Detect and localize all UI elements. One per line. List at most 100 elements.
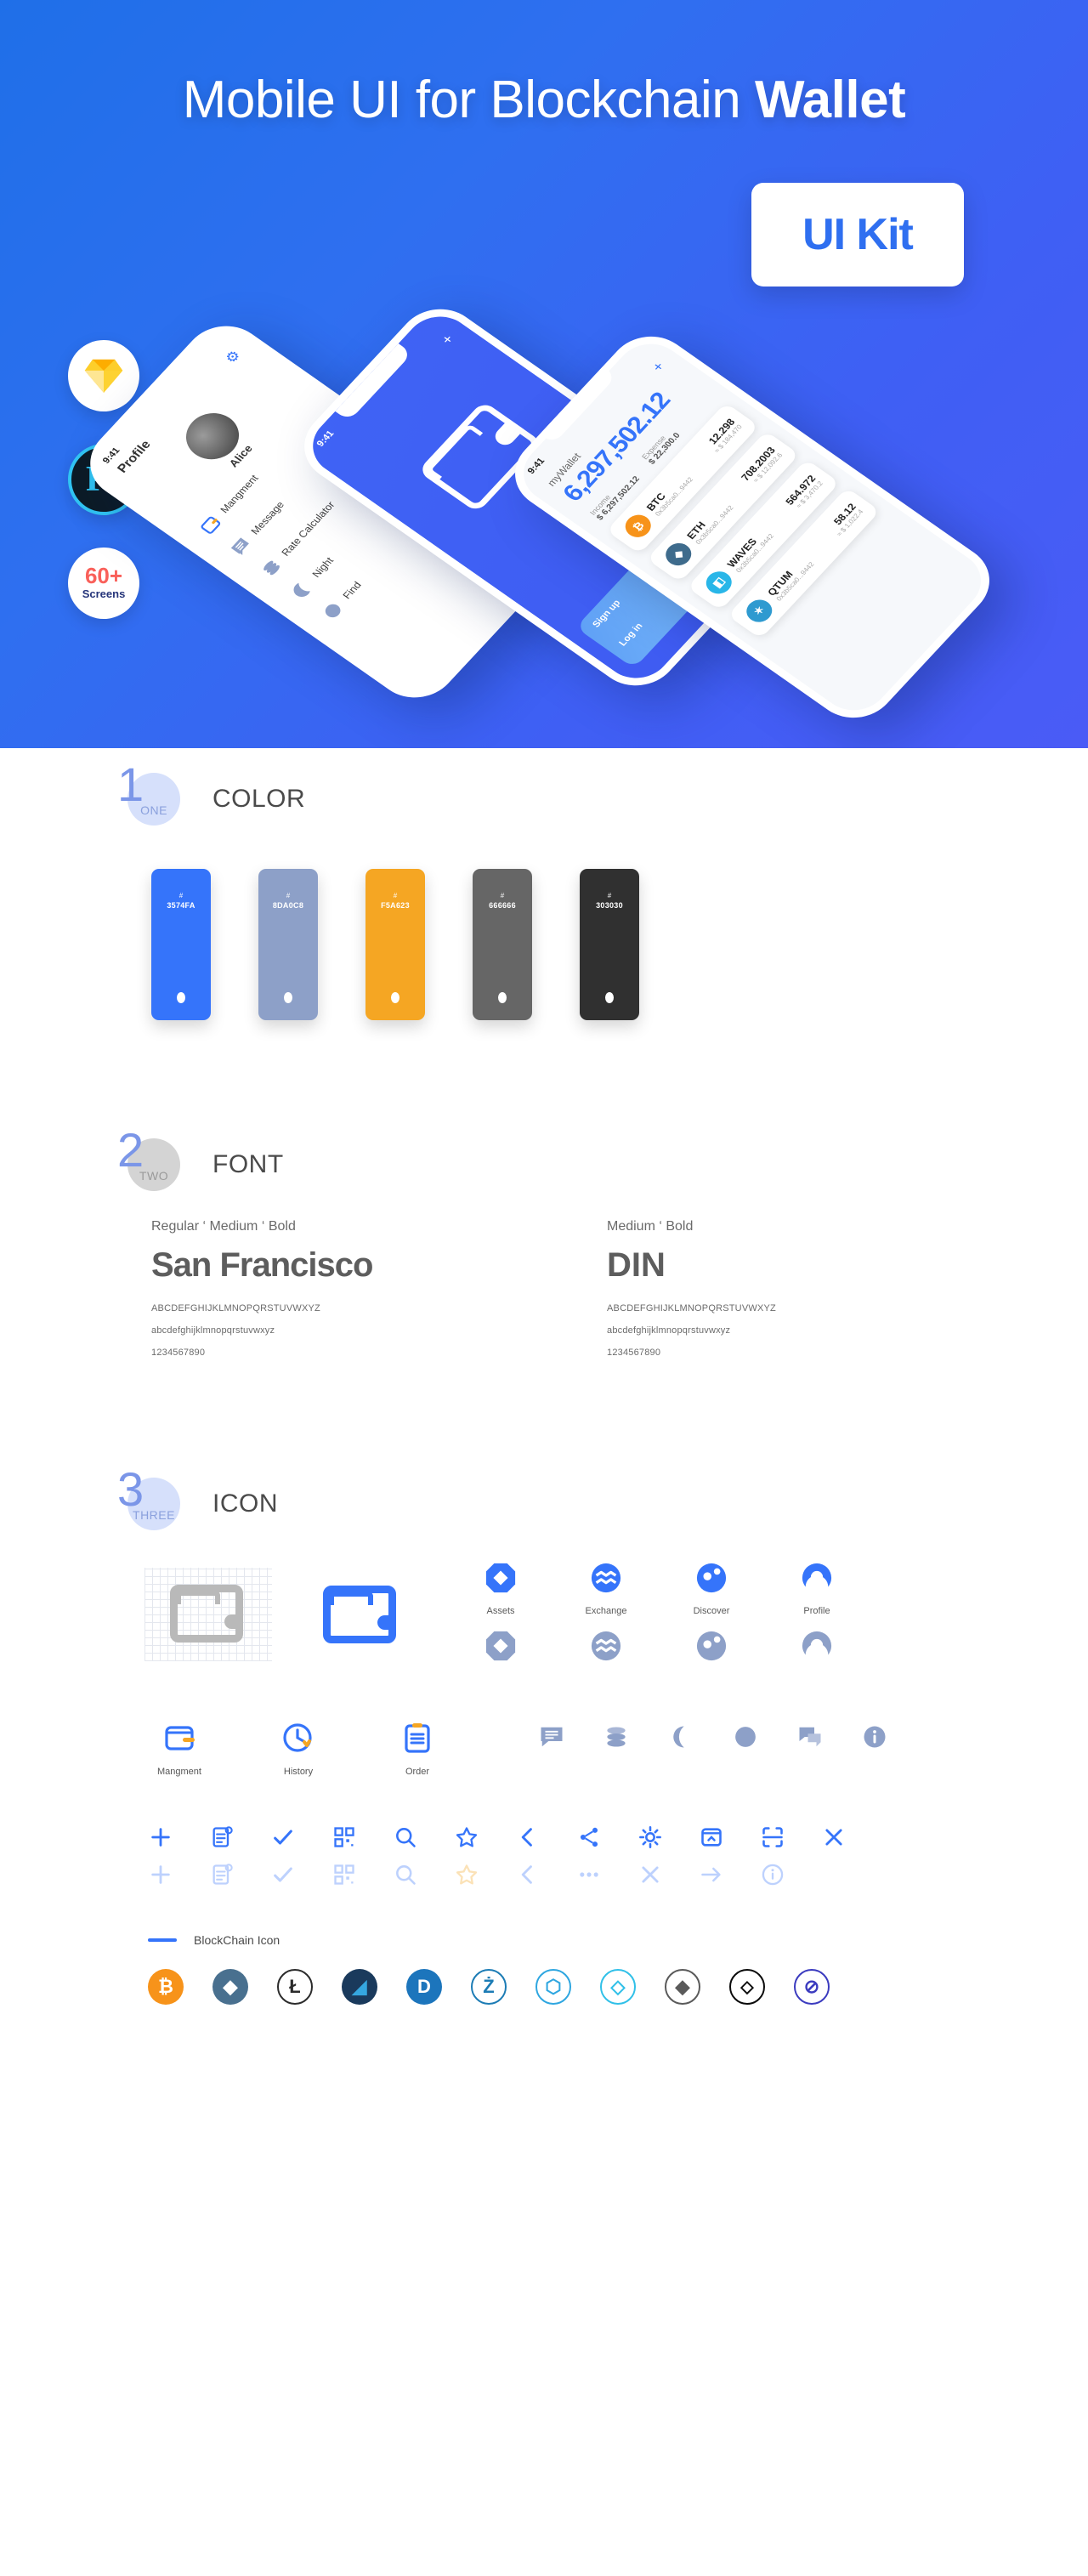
waves-icon[interactable]: ◇ [600, 1969, 636, 2005]
exchange-icon-muted [578, 1630, 634, 1666]
feature-order[interactable]: Order [389, 1721, 445, 1777]
qr-code-icon-muted[interactable] [332, 1862, 357, 1887]
chevron-left-icon[interactable] [515, 1824, 541, 1850]
tab-label: Assets [486, 1606, 515, 1616]
plus-icon[interactable] [148, 1824, 173, 1850]
clock-icon [281, 1723, 315, 1758]
share-icon[interactable] [576, 1824, 602, 1850]
color-swatch[interactable]: #666666 [473, 869, 532, 1020]
wallet-icon-grey [170, 1584, 243, 1643]
bitcoin-icon[interactable]: ₿ [148, 1969, 184, 2005]
hero-banner: Mobile UI for Blockchain Wallet UI Kit P… [0, 0, 1088, 748]
info-icon-muted[interactable] [760, 1862, 785, 1887]
gear-icon[interactable] [638, 1824, 663, 1850]
coins-icon [264, 560, 280, 576]
moon-icon [293, 582, 310, 598]
qtum-icon[interactable]: ⬡ [536, 1969, 571, 2005]
color-swatch[interactable]: # F5A623 [366, 869, 425, 1020]
tab-assets[interactable]: Assets [473, 1562, 529, 1666]
document-settings-icon-muted[interactable] [209, 1862, 235, 1887]
document-settings-icon[interactable] [209, 1824, 235, 1850]
moon-icon[interactable] [668, 1724, 694, 1754]
swatch-hex: 3574FA [167, 901, 196, 910]
wallet-icon [201, 516, 221, 534]
litecoin-icon[interactable]: Ł [277, 1969, 313, 2005]
discover-icon [695, 1563, 728, 1597]
scan-icon[interactable] [760, 1824, 785, 1850]
qr-code-icon[interactable] [332, 1824, 357, 1850]
star-icon-muted[interactable] [454, 1862, 479, 1887]
message-icon[interactable] [539, 1724, 564, 1754]
search-icon[interactable] [393, 1824, 418, 1850]
feature-label: Order [405, 1767, 430, 1777]
step-badge-three: 3 THREE [117, 1466, 180, 1530]
wallet-icon-blue [323, 1585, 396, 1643]
wallet-blueprint [144, 1567, 272, 1661]
circle-icon [325, 604, 341, 618]
tab-label: Profile [803, 1606, 830, 1616]
close-icon-muted[interactable] [638, 1862, 663, 1887]
color-swatch-list: #3574FA #8DA0C8 # F5A623 #666666 #303030 [128, 850, 960, 1020]
wallet-icon [162, 1726, 196, 1758]
font-specimen-din: Medium ‘ Bold DIN ABCDEFGHIJKLMNOPQRSTUV… [607, 1219, 960, 1370]
neo-icon[interactable]: ⬦ [729, 1969, 765, 2005]
check-icon-muted[interactable] [270, 1862, 296, 1887]
wallet-transfer-icon[interactable] [699, 1824, 724, 1850]
check-icon[interactable] [270, 1824, 296, 1850]
close-icon[interactable] [821, 1824, 847, 1850]
toolbar-icons-active [128, 1824, 960, 1850]
chat-icon[interactable] [797, 1724, 823, 1754]
plus-icon-muted[interactable] [148, 1862, 173, 1887]
swatch-hash: # [286, 892, 291, 899]
list-item-label: Night [309, 554, 337, 580]
blockchain-icon-set: ₿ ◆ Ł ◢ D Ż ⬡ ◇ ◆ ⬦ ⊘ [128, 1969, 960, 2005]
assets-icon [484, 1563, 517, 1597]
dash-icon[interactable]: D [406, 1969, 442, 2005]
swatch-hash: # [393, 892, 398, 899]
chevron-left-icon-muted[interactable] [515, 1862, 541, 1887]
tab-exchange[interactable]: Exchange [578, 1562, 634, 1666]
search-icon-muted[interactable] [393, 1862, 418, 1887]
font-name: DIN [607, 1246, 666, 1284]
color-swatch[interactable]: #8DA0C8 [258, 869, 318, 1020]
nano-icon[interactable]: ⊘ [794, 1969, 830, 2005]
font-weights: Regular ‘ Medium ‘ Bold [151, 1219, 296, 1234]
circle-icon[interactable] [733, 1724, 758, 1754]
ethereum-icon[interactable]: ◆ [212, 1969, 248, 2005]
swatch-hex: 8DA0C8 [272, 901, 304, 910]
font-lowercase: abcdefghijklmnopqrstuvwxyz [607, 1325, 731, 1336]
coins-stack-icon[interactable] [604, 1724, 629, 1754]
exchange-icon [590, 1563, 622, 1597]
feature-icon-row: Mangment History Order [128, 1721, 960, 1777]
tab-icon-set: Assets Exchange Discover Profile [473, 1562, 845, 1666]
color-swatch[interactable]: #3574FA [151, 869, 211, 1020]
feature-mangment[interactable]: Mangment [151, 1721, 207, 1777]
bitshares-icon[interactable]: ◢ [342, 1969, 377, 2005]
color-swatch[interactable]: #303030 [580, 869, 639, 1020]
swatch-hash: # [178, 892, 184, 899]
eos-icon[interactable]: ◆ [665, 1969, 700, 2005]
swatch-hash: # [500, 892, 505, 899]
zcash-icon[interactable]: Ż [471, 1969, 507, 2005]
section-font: 2 TWO FONT Regular ‘ Medium ‘ Bold San F… [0, 1114, 1088, 1370]
section-color: 1 ONE COLOR #3574FA #8DA0C8 # F5A623 #666666… [0, 748, 1088, 1020]
info-icon[interactable] [862, 1724, 887, 1754]
tab-profile[interactable]: Profile [789, 1562, 845, 1666]
font-uppercase: ABCDEFGHIJKLMNOPQRSTUVWXYZ [151, 1303, 320, 1314]
step-number: 2 [117, 1123, 144, 1177]
ellipsis-icon-muted[interactable] [576, 1862, 602, 1887]
tab-discover[interactable]: Discover [683, 1562, 740, 1666]
font-specimens: Regular ‘ Medium ‘ Bold San Francisco AB… [128, 1216, 960, 1370]
star-icon[interactable] [454, 1824, 479, 1850]
tab-label: Exchange [585, 1606, 627, 1616]
swatch-hex: 666666 [489, 901, 516, 910]
arrow-right-icon-muted[interactable] [699, 1862, 724, 1887]
feature-history[interactable]: History [270, 1721, 326, 1777]
step-badge-one: 1 ONE [117, 761, 180, 826]
swatch-dot [498, 992, 507, 1003]
phone-mockups: 9:41 ⚙ Profile Alice Mangment Message Ra… [0, 0, 1088, 748]
section-title: FONT [212, 1150, 284, 1178]
swatch-dot [177, 992, 185, 1003]
blockchain-legend: BlockChain Icon [128, 1933, 960, 1947]
coin-symbol-icon: ✶ [741, 595, 778, 627]
